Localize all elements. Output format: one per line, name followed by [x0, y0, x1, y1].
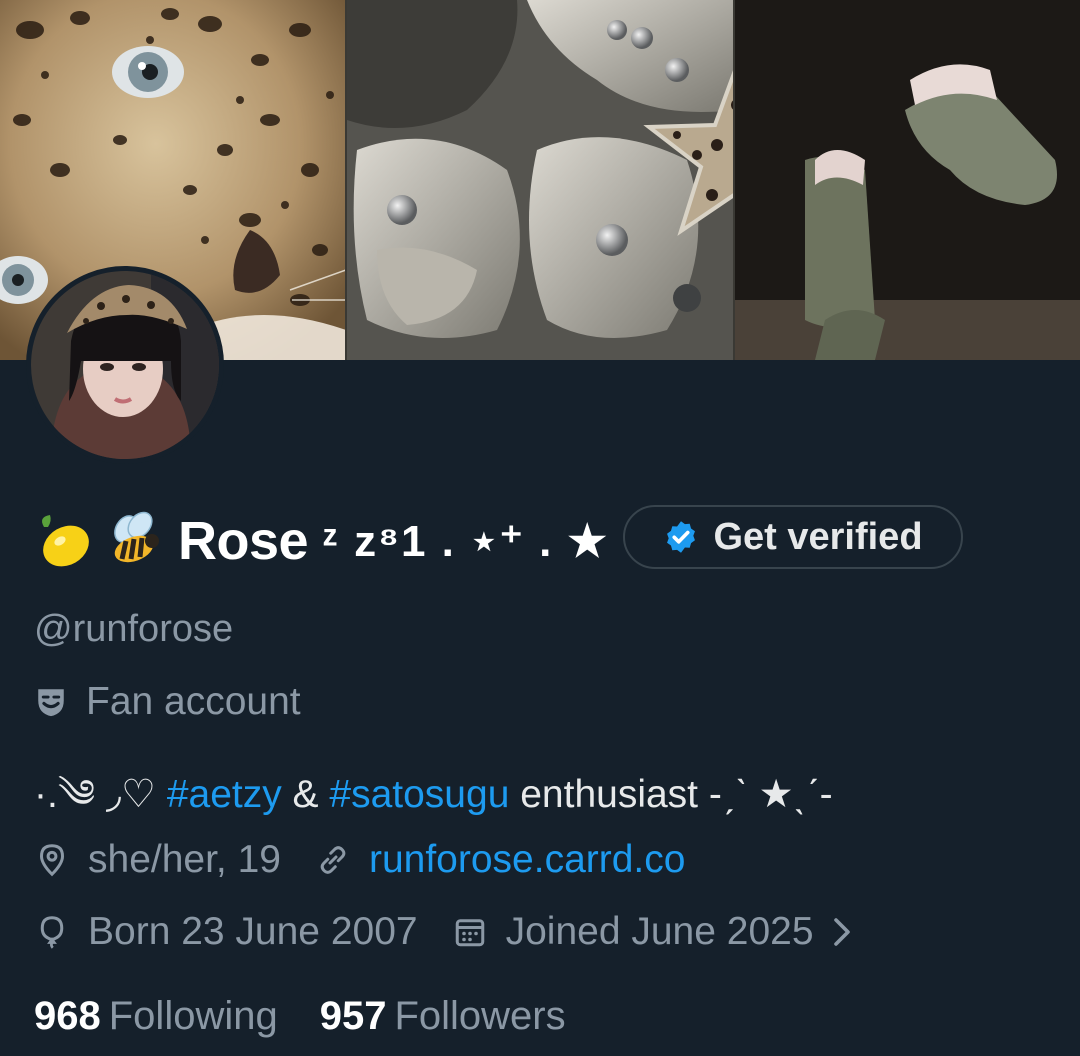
theater-masks-icon	[38, 689, 64, 717]
location-item: she/her, 19	[34, 838, 281, 882]
category-label: Fan account	[86, 680, 301, 723]
joined-item[interactable]: Joined June 2025	[452, 910, 860, 954]
followers-count: 957	[319, 994, 387, 1038]
birthday-item: Born 23 June 2007	[34, 910, 418, 954]
profile-handle: @runforose	[34, 608, 234, 650]
hashtag-link-satosugu[interactable]: #satosugu	[329, 773, 509, 816]
avatar-photo	[31, 271, 219, 459]
bio-prefix: ·.༄ ◞♡	[34, 773, 167, 816]
banner-socks-panel	[733, 0, 1080, 360]
bio-connector: &	[281, 773, 330, 816]
get-verified-button[interactable]: Get verified	[623, 505, 963, 569]
followers-label: Followers	[394, 994, 566, 1038]
hashtag-link-aetzy[interactable]: #aetzy	[167, 773, 282, 816]
profile-meta-row-2: Born 23 June 2007 Joined June 2025	[34, 910, 894, 954]
bee-icon	[114, 511, 159, 563]
following-count: 968	[34, 994, 101, 1038]
chevron-right-icon[interactable]	[824, 914, 860, 950]
link-icon	[320, 846, 346, 874]
lemon-icon	[42, 515, 89, 567]
following-label: Following	[108, 994, 278, 1038]
profile-avatar[interactable]	[26, 266, 224, 464]
green-socks-image	[735, 0, 1080, 360]
location-text: she/her, 19	[88, 838, 281, 881]
bio-suffix: enthusiast -ˏˋ ★ˎˊ-	[509, 773, 833, 816]
display-name: Rose	[178, 511, 309, 571]
follow-stats: 968 Following 957 Followers	[34, 994, 608, 1039]
website-item: runforose.carrd.co	[315, 838, 685, 882]
balloon-icon	[40, 916, 64, 949]
get-verified-label: Get verified	[713, 515, 923, 558]
joined-text: Joined June 2025	[505, 910, 814, 953]
oyster-pearls-image	[346, 0, 734, 360]
website-link[interactable]: runforose.carrd.co	[369, 838, 685, 882]
verified-badge-icon	[667, 521, 696, 553]
calendar-icon	[455, 919, 484, 947]
followers-link[interactable]: 957 Followers	[320, 994, 566, 1039]
profile-name-row: Rose ᶻ z⁸1 . ⋆⁺ . ★	[34, 505, 609, 577]
birthday-text: Born 23 June 2007	[88, 910, 418, 953]
name-decoration: ᶻ z⁸1 . ⋆⁺ . ★	[322, 516, 609, 566]
following-link[interactable]: 968 Following	[34, 994, 278, 1039]
profile-meta-row-1: she/her, 19 runforose.carrd.co	[34, 838, 719, 882]
banner-oyster-panel	[344, 0, 734, 360]
profile-category: Fan account	[34, 680, 301, 724]
location-pin-icon	[39, 844, 65, 877]
